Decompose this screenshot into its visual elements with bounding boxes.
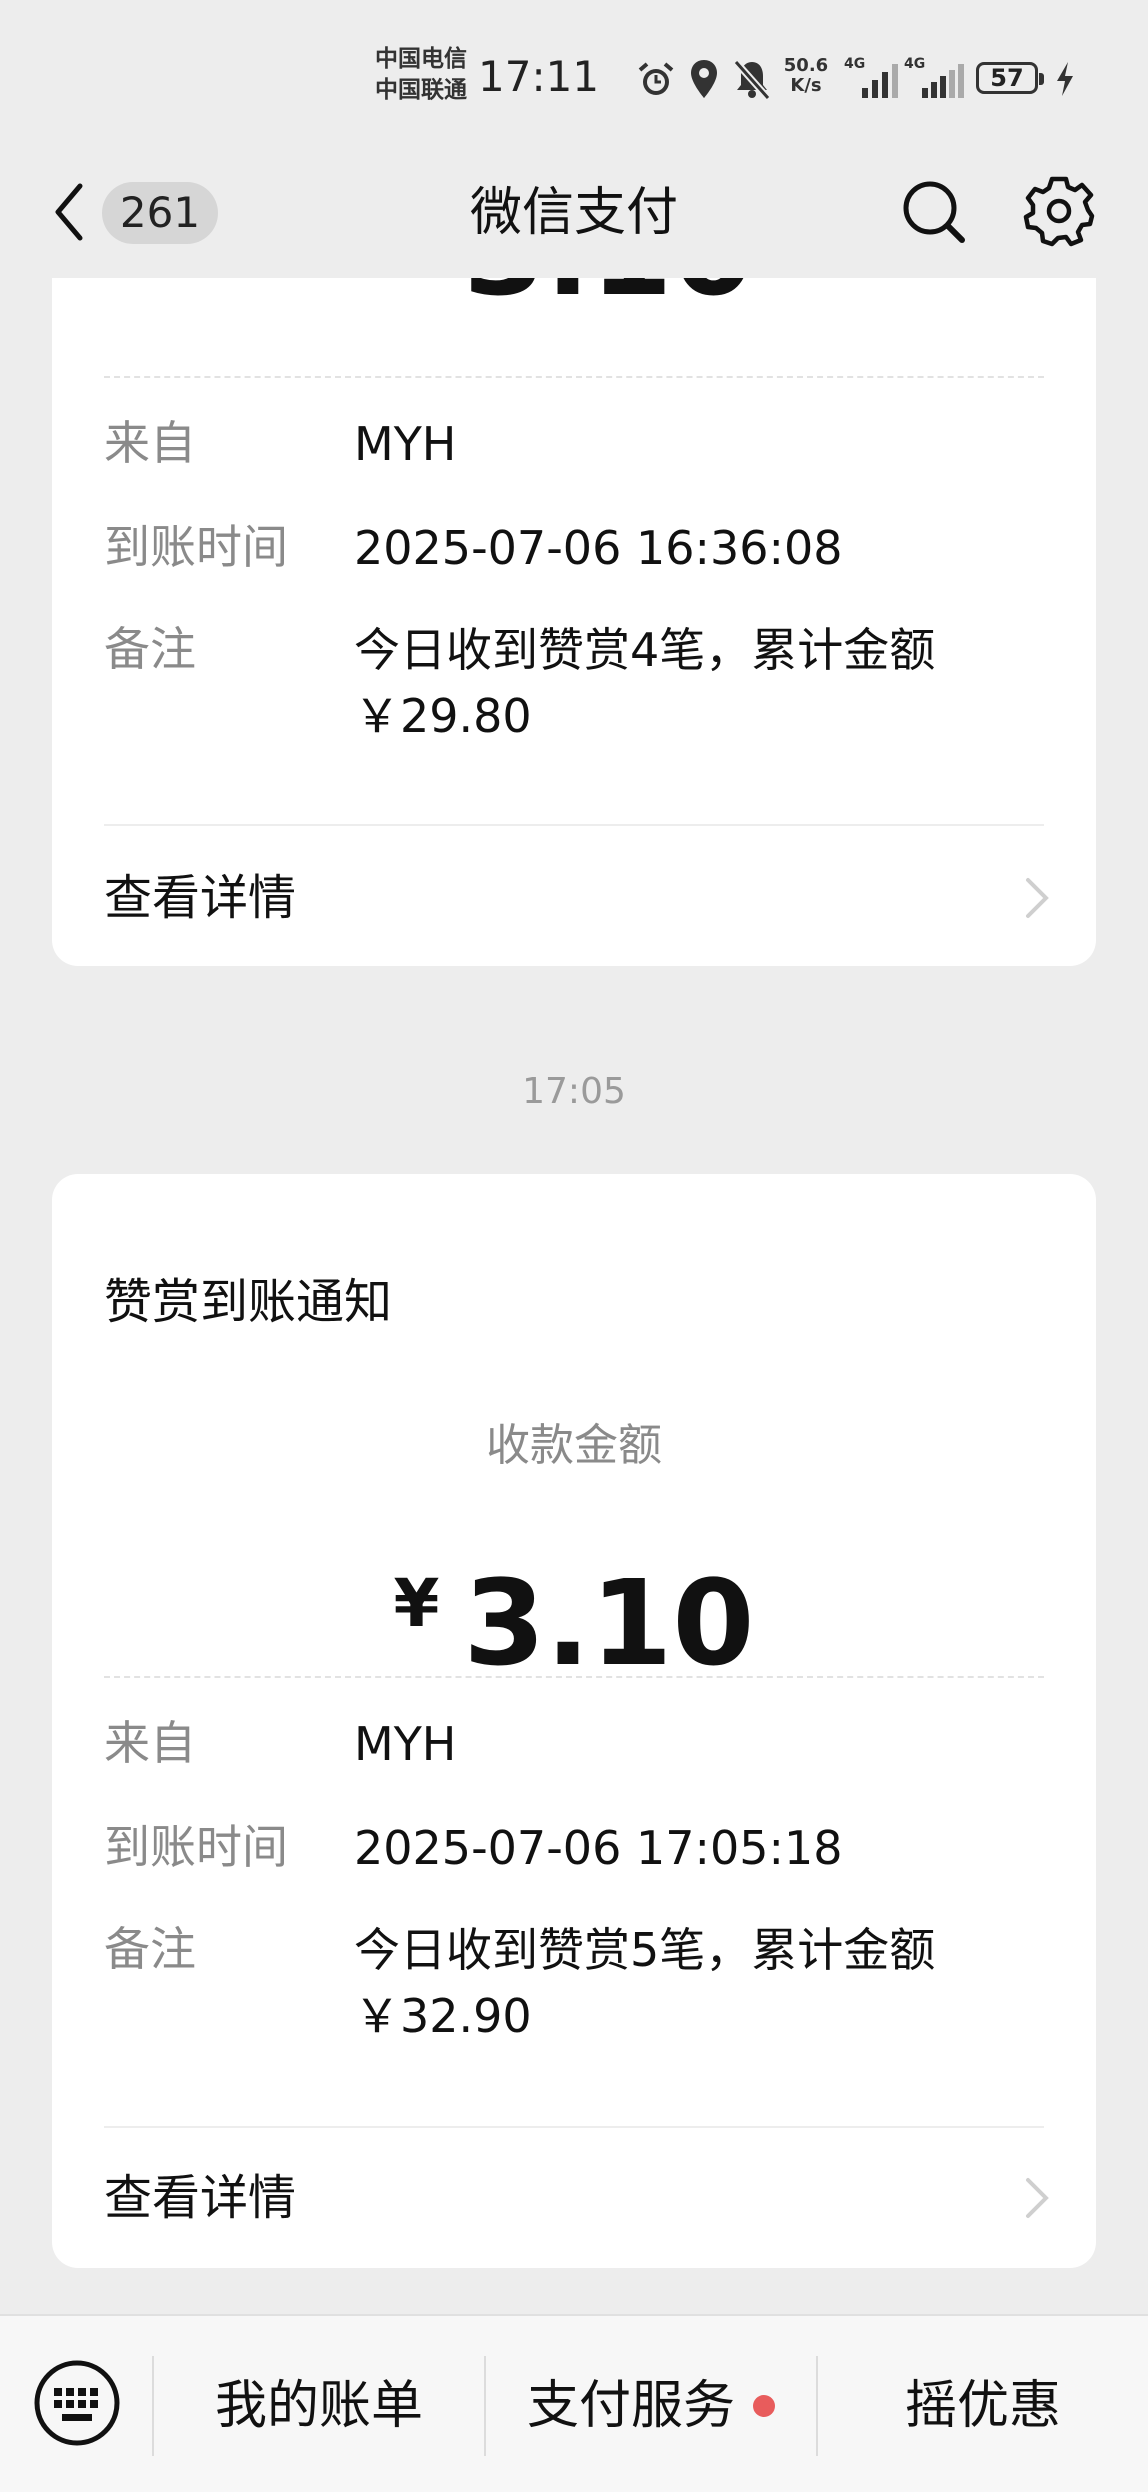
- keyboard-icon[interactable]: [32, 2358, 122, 2448]
- back-icon[interactable]: [48, 176, 88, 248]
- currency-symbol: ¥: [393, 1565, 440, 1642]
- dashed-divider: [104, 1676, 1044, 1678]
- tab-payment-services[interactable]: 支付服务: [486, 2366, 816, 2446]
- time-value: 2025-07-06 16:36:08: [354, 521, 843, 575]
- charging-icon: [1057, 62, 1073, 96]
- note-line-2: ￥32.90: [354, 1989, 532, 2043]
- unread-count-badge[interactable]: 261: [102, 182, 218, 244]
- view-details-link[interactable]: 查看详情: [104, 2166, 296, 2230]
- from-label: 来自: [104, 1716, 196, 1770]
- note-label: 备注: [104, 1922, 196, 1976]
- note-line-2: ￥29.80: [354, 689, 532, 743]
- mute-bell-icon: [733, 59, 771, 100]
- payment-card-1: ¥3.10 来自 MYH 到账时间 2025-07-06 16:36:08 备注…: [52, 184, 1096, 966]
- status-clock: 17:11: [478, 52, 600, 101]
- signal-icon: [922, 64, 964, 98]
- gear-icon[interactable]: [1020, 172, 1098, 250]
- nav-bar: 261 微信支付: [0, 150, 1148, 278]
- tab-my-bills[interactable]: 我的账单: [154, 2366, 484, 2446]
- from-value: MYH: [354, 1717, 457, 1771]
- signal-1: 4G: [844, 56, 904, 100]
- amount-value: 3.10: [463, 1554, 755, 1692]
- status-bar: 中国电信 中国联通 17:11 50.6 K/s 4G 4G 57: [0, 0, 1148, 150]
- net-speed-value: 50.6: [783, 55, 829, 76]
- time-label: 到账时间: [104, 1820, 288, 1874]
- from-label: 来自: [104, 416, 196, 470]
- chevron-right-icon: [1026, 878, 1049, 918]
- from-value: MYH: [354, 417, 457, 471]
- amount-label: 收款金额: [486, 1420, 662, 1471]
- signal-2: 4G: [904, 56, 968, 100]
- alarm-icon: [638, 62, 674, 95]
- location-icon: [691, 60, 717, 98]
- note-line-1: 今日收到赞赏4笔，累计金额: [354, 623, 936, 677]
- time-value: 2025-07-06 17:05:18: [354, 1821, 843, 1875]
- amount: ¥3.10: [52, 1534, 1096, 1693]
- dashed-divider: [104, 376, 1044, 378]
- carrier-names: 中国电信 中国联通: [375, 44, 475, 106]
- card-title: 赞赏到账通知: [104, 1274, 393, 1330]
- divider: [104, 824, 1044, 826]
- carrier-2: 中国联通: [375, 77, 467, 103]
- note-line-1: 今日收到赞赏5笔，累计金额: [354, 1923, 936, 1977]
- note-label: 备注: [104, 622, 196, 676]
- view-details-link[interactable]: 查看详情: [104, 866, 296, 930]
- page-title-text: 微信支付: [469, 183, 678, 243]
- tab-shake-offers[interactable]: 摇优惠: [818, 2366, 1148, 2446]
- battery-icon: 57: [976, 62, 1044, 94]
- payment-card-2: 赞赏到账通知 收款金额 ¥3.10 来自 MYH 到账时间 2025-07-06…: [52, 1174, 1096, 2268]
- net-speed: 50.6 K/s: [778, 56, 834, 96]
- tab-payment-services-label: 支付服务: [526, 2376, 735, 2436]
- status-icons: 50.6 K/s 4G 4G 57: [636, 52, 1076, 102]
- signal-icon: [862, 64, 898, 98]
- time-label: 到账时间: [104, 520, 288, 574]
- notification-dot: [753, 2395, 775, 2417]
- search-icon[interactable]: [896, 174, 972, 250]
- net-speed-unit: K/s: [790, 75, 822, 96]
- wechat-pay-chat: 中国电信 中国联通 17:11 50.6 K/s 4G 4G 57 261 微信…: [0, 0, 1148, 2492]
- divider: [104, 2126, 1044, 2128]
- carrier-1: 中国电信: [375, 46, 467, 72]
- message-timestamp: 17:05: [522, 1071, 626, 1112]
- bottom-menu-bar: 我的账单 支付服务 摇优惠: [0, 2314, 1148, 2492]
- chevron-right-icon: [1026, 2178, 1049, 2218]
